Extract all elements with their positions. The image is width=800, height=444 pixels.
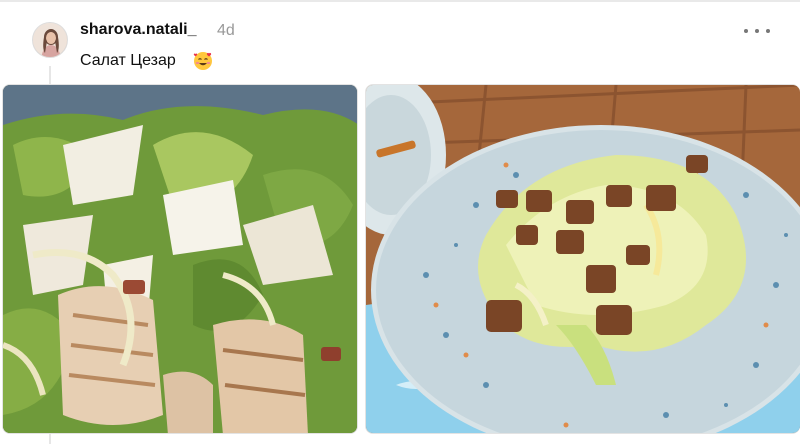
caesar-salad-chicken-closeup-image <box>3 85 357 433</box>
username-link[interactable]: sharova.natali_ <box>80 21 197 39</box>
more-options-button[interactable] <box>744 24 770 38</box>
post-caption: Салат Цезар <box>80 52 176 69</box>
post-photo-2[interactable] <box>365 84 800 434</box>
more-dot <box>766 29 770 33</box>
more-dot <box>755 29 759 33</box>
post-photo-1[interactable] <box>2 84 358 434</box>
caesar-salad-croutons-plate-image <box>366 85 800 433</box>
top-divider <box>0 0 800 2</box>
more-horizontal-icon <box>744 29 748 33</box>
post-time[interactable]: 4d <box>217 22 235 40</box>
avatar[interactable] <box>32 22 68 58</box>
smiling-face-with-hearts-emoji <box>193 52 212 70</box>
avatar-image <box>33 23 67 57</box>
